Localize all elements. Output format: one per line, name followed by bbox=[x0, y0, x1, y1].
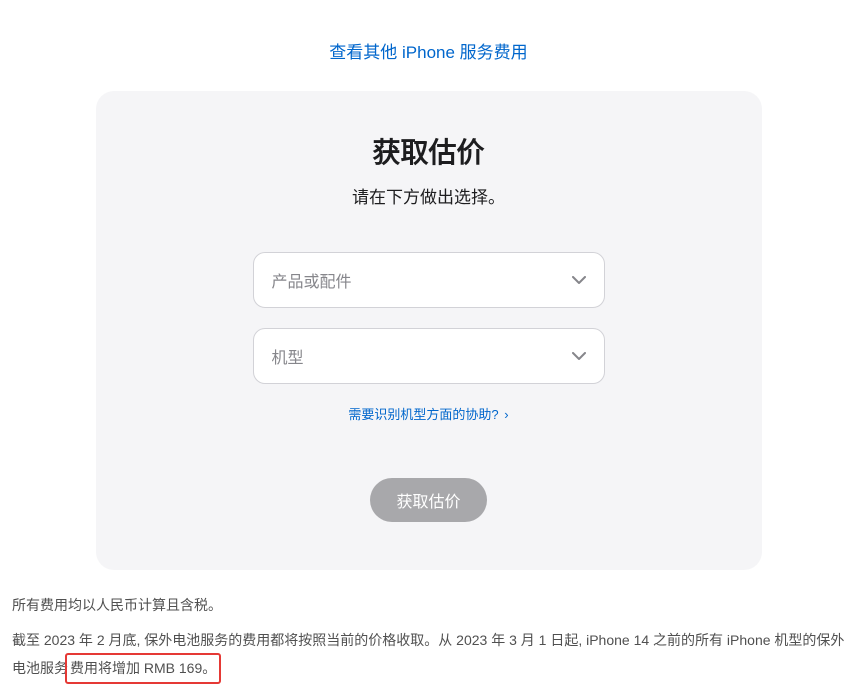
chevron-right-icon: › bbox=[501, 407, 509, 422]
identify-model-help-link[interactable]: 需要识别机型方面的协助? › bbox=[348, 407, 508, 422]
chevron-down-icon bbox=[572, 352, 586, 360]
model-select-wrap: 机型 bbox=[253, 328, 605, 384]
help-link-container: 需要识别机型方面的协助? › bbox=[126, 404, 732, 424]
other-services-link[interactable]: 查看其他 iPhone 服务费用 bbox=[329, 43, 527, 62]
product-select-wrap: 产品或配件 bbox=[253, 252, 605, 308]
help-link-label: 需要识别机型方面的协助? bbox=[348, 407, 498, 422]
price-increase-highlight: 费用将增加 RMB 169。 bbox=[65, 653, 221, 684]
model-select-placeholder: 机型 bbox=[272, 344, 304, 368]
footer-notes: 所有费用均以人民币计算且含税。 截至 2023 年 2 月底, 保外电池服务的费… bbox=[0, 570, 857, 684]
footer-line-1: 所有费用均以人民币计算且含税。 bbox=[12, 592, 845, 619]
footer-line-2: 截至 2023 年 2 月底, 保外电池服务的费用都将按照当前的价格收取。从 2… bbox=[12, 627, 845, 684]
product-select[interactable]: 产品或配件 bbox=[253, 252, 605, 308]
top-link-container: 查看其他 iPhone 服务费用 bbox=[0, 0, 857, 91]
product-select-placeholder: 产品或配件 bbox=[272, 268, 352, 292]
estimate-card: 获取估价 请在下方做出选择。 产品或配件 机型 需要识别机型方面的协助? › 获… bbox=[96, 91, 762, 570]
model-select[interactable]: 机型 bbox=[253, 328, 605, 384]
card-title: 获取估价 bbox=[126, 131, 732, 171]
chevron-down-icon bbox=[572, 276, 586, 284]
submit-container: 获取估价 bbox=[126, 478, 732, 522]
card-subtitle: 请在下方做出选择。 bbox=[126, 183, 732, 208]
get-estimate-button[interactable]: 获取估价 bbox=[370, 478, 486, 522]
